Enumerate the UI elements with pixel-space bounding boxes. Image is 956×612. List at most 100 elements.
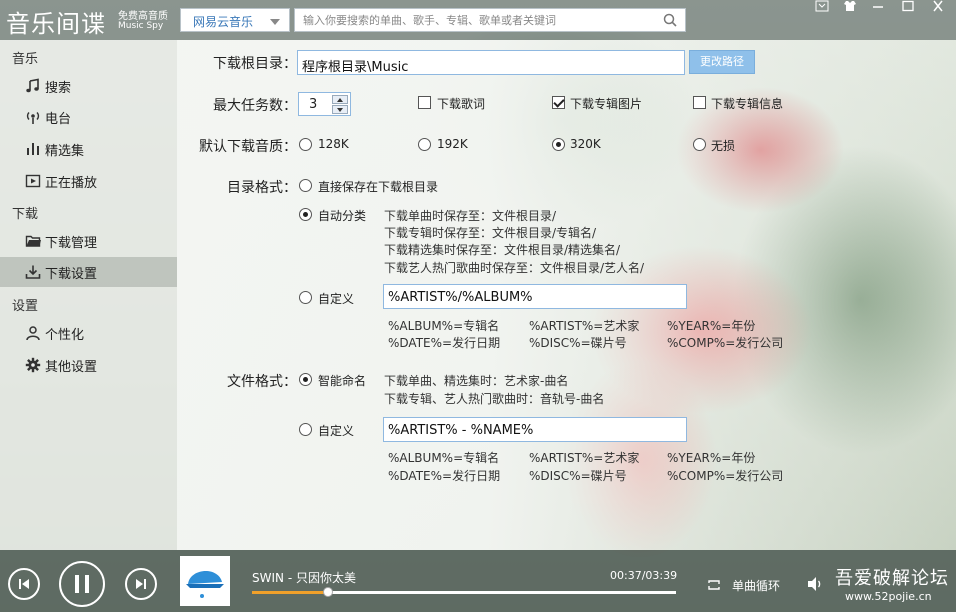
tag-legend-item: %COMP%=发行公司 [667, 469, 784, 483]
previous-button[interactable] [8, 568, 40, 600]
play-screen-icon [25, 174, 41, 188]
download-settings-panel: 下载根目录： 程序根目录\Music 更改路径 最大任务数： 3 下载歌词 下载… [177, 40, 956, 550]
sidebar-item-now-playing[interactable]: 正在播放 [0, 166, 177, 196]
skin-icon[interactable] [812, 0, 832, 14]
dir-format-label: 目录格式： [227, 180, 297, 196]
play-time: 00:37/03:39 [610, 569, 678, 582]
pause-icon [75, 575, 89, 593]
tag-legend-item: %YEAR%=年份 [667, 451, 756, 465]
dir-auto-desc: 下载精选集时保存至：文件根目录/精选集名/ [384, 243, 621, 257]
file-smart-desc: 下载单曲、精选集时：艺术家-曲名 [384, 374, 569, 388]
sidebar-item-playlists[interactable]: 精选集 [0, 134, 177, 164]
download-lyrics-label: 下载歌词 [437, 97, 486, 111]
chevron-down-icon [270, 19, 280, 25]
source-select[interactable]: 网易云音乐 [180, 8, 290, 32]
sidebar-item-label: 电台 [45, 112, 72, 127]
quality-128k-radio[interactable] [299, 138, 312, 151]
dir-custom-radio[interactable] [299, 291, 312, 304]
file-smart-desc: 下载专辑、艺人热门歌曲时：音轨号-曲名 [384, 392, 605, 406]
next-icon [136, 579, 146, 589]
download-album-art-label: 下载专辑图片 [570, 97, 643, 111]
search-box [294, 8, 686, 32]
file-custom-input[interactable]: %ARTIST% - %NAME% [383, 417, 687, 442]
tag-legend-item: %ARTIST%=艺术家 [529, 319, 640, 333]
radio-icon [26, 112, 40, 124]
sidebar-item-label: 正在播放 [45, 176, 98, 191]
stepper-up-icon[interactable] [332, 95, 348, 104]
minimize-icon[interactable] [868, 0, 888, 14]
app-window: 音乐间谍 免费高音质 Music Spy 网易云音乐 音乐 搜索 电台 精选集 [0, 0, 956, 612]
close-icon[interactable] [928, 0, 948, 14]
gear-icon [25, 357, 41, 373]
search-icon[interactable] [663, 13, 677, 27]
dir-direct-radio[interactable] [299, 179, 312, 192]
sidebar-item-label: 下载设置 [45, 267, 98, 282]
search-input[interactable] [295, 9, 655, 31]
max-tasks-value: 3 [309, 97, 318, 112]
sidebar-item-radio[interactable]: 电台 [0, 102, 177, 132]
repeat-icon[interactable] [706, 578, 722, 592]
quality-lossless-label: 无损 [711, 139, 736, 153]
sidebar-item-personalize[interactable]: 个性化 [0, 318, 177, 348]
quality-192k-radio[interactable] [418, 138, 431, 151]
sidebar-item-label: 其他设置 [45, 360, 98, 375]
quality-320k-label: 320K [570, 137, 601, 151]
change-path-button[interactable]: 更改路径 [689, 50, 755, 74]
tag-legend-item: %COMP%=发行公司 [667, 336, 784, 350]
source-selected-label: 网易云音乐 [193, 15, 254, 29]
file-smart-radio[interactable] [299, 373, 312, 386]
dir-auto-desc: 下载艺人热门歌曲时保存至：文件根目录/艺人名/ [384, 261, 645, 275]
sidebar-item-label: 精选集 [45, 144, 85, 159]
progress-fill [252, 591, 329, 594]
file-format-label: 文件格式： [227, 374, 297, 390]
song-title: SWIN - 只因你太美 [252, 571, 356, 585]
tag-legend-item: %ARTIST%=艺术家 [529, 451, 640, 465]
album-cover[interactable] [180, 556, 230, 606]
quality-lossless-radio[interactable] [693, 138, 706, 151]
tag-legend-item: %DISC%=碟片号 [529, 469, 627, 483]
file-custom-label: 自定义 [318, 424, 355, 438]
max-tasks-stepper[interactable]: 3 [298, 92, 351, 116]
download-album-info-checkbox[interactable] [693, 96, 706, 109]
sidebar-section-music: 音乐 [12, 52, 39, 67]
dir-custom-label: 自定义 [318, 292, 355, 306]
pause-button[interactable] [59, 561, 105, 607]
tag-legend-item: %YEAR%=年份 [667, 319, 756, 333]
sidebar-item-download-manager[interactable]: 下载管理 [0, 226, 177, 256]
file-smart-label: 智能命名 [318, 374, 367, 388]
dir-auto-radio[interactable] [299, 208, 312, 221]
download-lyrics-checkbox[interactable] [418, 96, 431, 109]
volume-icon[interactable] [806, 576, 824, 592]
next-button[interactable] [125, 568, 157, 600]
dir-custom-input[interactable]: %ARTIST%/%ALBUM% [383, 284, 687, 309]
shirt-icon[interactable] [840, 0, 860, 14]
bars-icon [27, 143, 39, 155]
progress-track[interactable] [252, 587, 676, 597]
download-album-art-checkbox[interactable] [552, 96, 565, 109]
file-custom-radio[interactable] [299, 423, 312, 436]
music-note-icon [26, 78, 39, 93]
sidebar-item-label: 下载管理 [45, 236, 98, 251]
sidebar-item-search[interactable]: 搜索 [0, 71, 177, 101]
previous-icon [19, 579, 29, 589]
sidebar-item-download-settings[interactable]: 下载设置 [0, 257, 177, 287]
sidebar-item-other-settings[interactable]: 其他设置 [0, 350, 177, 380]
stepper-down-icon[interactable] [332, 105, 348, 114]
tag-legend-item: %ALBUM%=专辑名 [388, 319, 500, 333]
root-dir-field[interactable]: 程序根目录\Music [297, 50, 685, 75]
tag-legend-item: %DATE%=发行日期 [388, 336, 501, 350]
download-icon [25, 265, 41, 279]
root-dir-label: 下载根目录： [213, 56, 297, 72]
maximize-icon[interactable] [898, 0, 918, 14]
tag-legend-item: %ALBUM%=专辑名 [388, 451, 500, 465]
logo-english: Music Spy [118, 21, 164, 31]
download-album-info-label: 下载专辑信息 [711, 97, 784, 111]
app-logo: 音乐间谍 [6, 10, 106, 38]
quality-320k-radio[interactable] [552, 138, 565, 151]
quality-label: 默认下载音质： [199, 139, 297, 155]
watermark-url: www.52pojie.cn [845, 590, 932, 603]
play-mode[interactable]: 单曲循环 [732, 577, 780, 594]
quality-192k-label: 192K [437, 137, 468, 151]
dir-auto-desc: 下载单曲时保存至：文件根目录/ [384, 209, 557, 223]
dir-auto-desc: 下载专辑时保存至：文件根目录/专辑名/ [384, 226, 597, 240]
